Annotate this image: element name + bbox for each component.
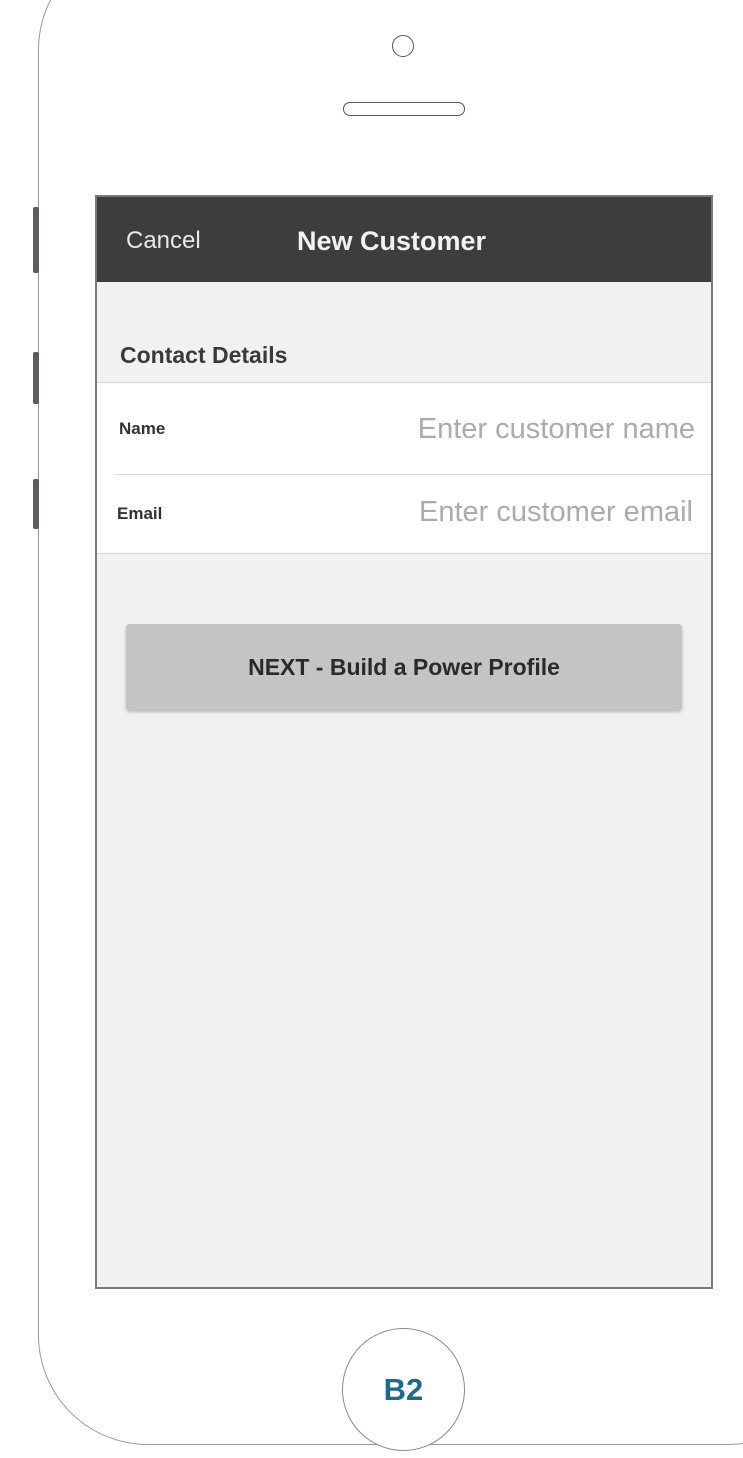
camera-icon: [392, 35, 414, 57]
home-button[interactable]: B2: [342, 1328, 465, 1451]
volume-down-button: [33, 479, 39, 529]
email-row: Email: [97, 474, 711, 554]
navigation-bar: Cancel New Customer: [97, 197, 711, 282]
next-build-power-profile-button[interactable]: NEXT - Build a Power Profile: [126, 624, 682, 710]
name-label: Name: [119, 419, 166, 438]
speaker-grill: [343, 102, 465, 116]
page-title: New Customer: [297, 226, 487, 256]
mute-switch: [33, 207, 39, 273]
name-row: Name: [97, 383, 711, 474]
email-input[interactable]: [363, 494, 693, 530]
phone-mockup: Cancel New Customer Contact Details Name…: [0, 0, 743, 1458]
home-button-label: B2: [383, 1371, 424, 1407]
section-title-contact-details: Contact Details: [120, 342, 288, 368]
contact-details-form: Name Email: [97, 382, 711, 554]
email-label: Email: [117, 504, 163, 523]
name-input[interactable]: [365, 411, 695, 447]
phone-screen: Cancel New Customer Contact Details Name…: [95, 195, 713, 1289]
cancel-button[interactable]: Cancel: [126, 227, 201, 255]
volume-up-button: [33, 352, 39, 404]
